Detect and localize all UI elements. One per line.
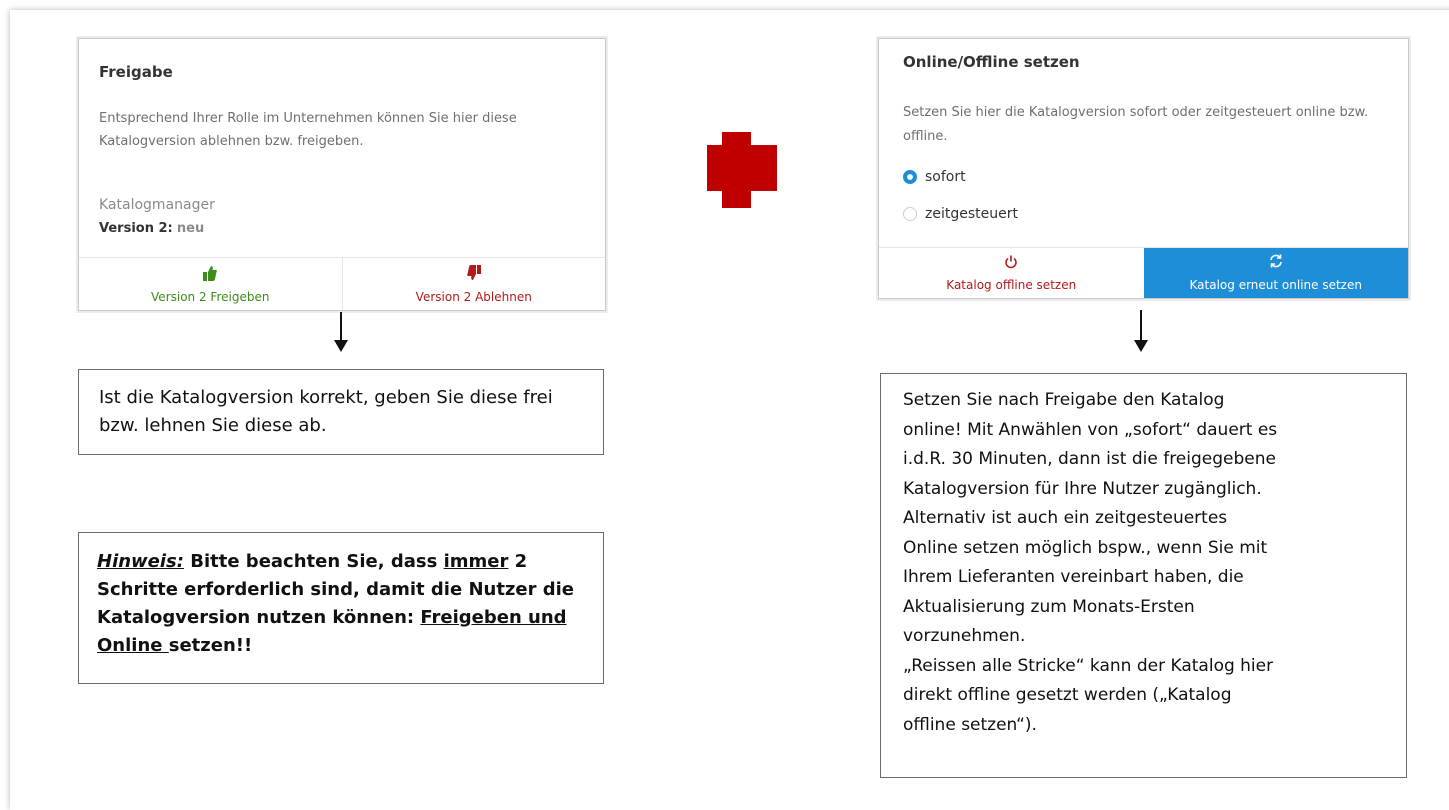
online-note-line: offline setzen“). <box>903 714 1037 735</box>
arrow-down-icon <box>1134 310 1148 352</box>
radio-selected-icon <box>903 170 917 184</box>
thumbs-down-icon <box>466 265 481 284</box>
role-label: Katalogmanager <box>99 197 215 213</box>
approval-button-row: Version 2 Freigeben Version 2 Ablehnen <box>79 257 605 310</box>
radio-unselected-icon <box>903 207 917 221</box>
offline-button[interactable]: Katalog offline setzen <box>879 248 1144 298</box>
power-icon <box>1004 255 1018 272</box>
arrow-down-icon <box>334 312 348 352</box>
refresh-icon <box>1268 253 1284 272</box>
online-note-line: „Reissen alle Stricke“ kann der Katalog … <box>903 655 1274 676</box>
online-button[interactable]: Katalog erneut online setzen <box>1143 248 1408 298</box>
online-note-line: Ihrem Lieferanten vereinbart haben, die <box>903 567 1244 587</box>
approve-label: Version 2 Freigeben <box>151 290 270 304</box>
radio-sofort-label: sofort <box>925 169 966 185</box>
online-note-line: Alternativ ist auch ein zeitgesteuertes <box>903 508 1228 528</box>
hint-text: Hinweis: Bitte beachten Sie, dass immer … <box>97 548 585 660</box>
online-panel: Online/Offline setzen Setzen Sie hier di… <box>878 38 1409 299</box>
online-button-row: Katalog offline setzen Katalog erneut on… <box>879 247 1408 298</box>
plus-horizontal-bar <box>707 145 777 191</box>
approval-panel-title: Freigabe <box>99 63 173 81</box>
version-status: Version 2: neu <box>99 221 204 236</box>
approval-panel-description: Entsprechend Ihrer Rolle im Unternehmen … <box>99 111 517 149</box>
online-note-line: vorzunehmen. <box>903 626 1026 646</box>
online-panel-description: Setzen Sie hier die Katalogversion sofor… <box>903 105 1369 144</box>
radio-sofort[interactable]: sofort <box>903 169 966 185</box>
approve-button[interactable]: Version 2 Freigeben <box>79 258 342 310</box>
hint-part1: Bitte beachten Sie, dass <box>183 551 444 572</box>
approval-note: Ist die Katalogversion korrekt, geben Si… <box>78 369 604 455</box>
online-panel-title: Online/Offline setzen <box>903 53 1080 71</box>
reject-button[interactable]: Version 2 Ablehnen <box>341 258 606 310</box>
online-note-line: i.d.R. 30 Minuten, dann ist die freigege… <box>903 449 1276 469</box>
hint-underlined1: immer <box>443 551 509 572</box>
thumbs-up-icon <box>203 265 218 284</box>
online-note-line: Setzen Sie nach Freigabe den Katalog <box>903 390 1225 410</box>
online-note: Setzen Sie nach Freigabe den Katalog onl… <box>880 373 1407 778</box>
online-label: Katalog erneut online setzen <box>1189 278 1362 292</box>
hint-note: Hinweis: Bitte beachten Sie, dass immer … <box>78 532 604 684</box>
version-label: Version 2: <box>99 221 173 236</box>
approval-note-text: Ist die Katalogversion korrekt, geben Si… <box>99 387 553 436</box>
reject-label: Version 2 Ablehnen <box>415 290 532 304</box>
online-note-line: Online setzen möglich bspw., wenn Sie mi… <box>903 537 1268 558</box>
version-value: neu <box>176 221 205 236</box>
online-note-line: direkt offline gesetzt werden („Katalog <box>903 685 1232 705</box>
hint-label: Hinweis: <box>97 551 184 572</box>
online-note-line: online! Mit Anwählen von „sofort“ dauert… <box>903 419 1278 440</box>
online-note-line: Katalogversion für Ihre Nutzer zugänglic… <box>903 478 1262 499</box>
hint-part3: setzen!! <box>168 635 253 656</box>
offline-label: Katalog offline setzen <box>946 278 1077 292</box>
radio-zeitgesteuert-label: zeitgesteuert <box>925 206 1018 222</box>
radio-zeitgesteuert[interactable]: zeitgesteuert <box>903 206 1018 222</box>
online-note-line: Aktualisierung zum Monats-Ersten <box>903 596 1195 617</box>
approval-panel: Freigabe Entsprechend Ihrer Rolle im Unt… <box>78 38 606 311</box>
